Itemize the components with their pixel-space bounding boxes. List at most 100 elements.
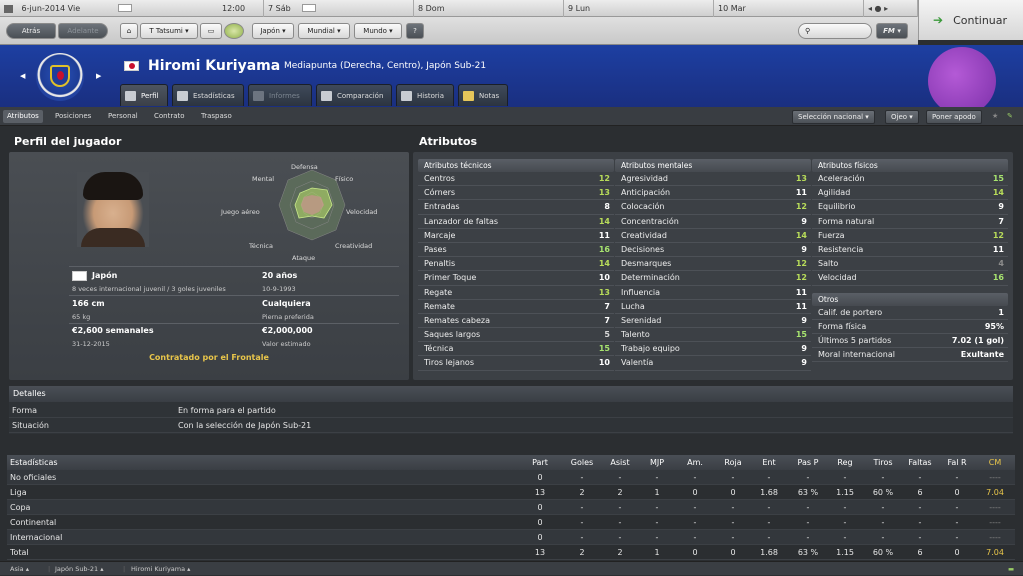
column-header[interactable]: Am. [675,455,715,470]
attribute-row[interactable]: Lucha 11 [615,300,811,314]
table-row[interactable]: Total 13 2 2 1 0 0 1.68 63 % 1.15 60 % 6 0 7.04 [7,545,1015,560]
column-header[interactable]: Fal R [937,455,977,470]
column-header[interactable]: Part [520,455,560,470]
column-header[interactable]: Ent [749,455,789,470]
national-selection-button[interactable]: Selección nacional ▾ [792,110,875,124]
attribute-row[interactable]: Remates cabeza 7 [418,314,614,329]
attribute-row[interactable]: Agresividad 13 [615,172,811,187]
attribute-row[interactable]: Desmarques 12 [615,257,811,272]
attribute-row[interactable]: Entradas 8 [418,200,614,215]
column-header[interactable]: Goles [562,455,602,470]
world-menu[interactable]: Mundo ▾ [354,23,402,39]
attribute-row[interactable]: Velocidad 16 [812,271,1008,286]
tab-comparison[interactable]: Comparación [316,84,392,106]
column-header[interactable]: Pas P [788,455,828,470]
attribute-row[interactable]: Primer Toque 10 [418,271,614,286]
home-icon[interactable]: ⌂ [120,23,138,39]
attribute-row[interactable]: Talento 15 [615,328,811,343]
attribute-row[interactable]: Saques largos 5 [418,328,614,343]
fm-menu-button[interactable]: FM ▾ [876,23,908,39]
column-header[interactable]: CM [975,455,1015,470]
attribute-row[interactable]: Creatividad 14 [615,229,811,243]
attribute-row[interactable]: Regate 13 [418,286,614,300]
column-header[interactable]: Roja [713,455,753,470]
attribute-row[interactable]: Remate 7 [418,300,614,314]
attribute-row[interactable]: Últimos 5 partidos 7.02 (1 gol) [812,334,1008,349]
attribute-row[interactable]: Moral internacional Exultante [812,348,1008,363]
scout-button[interactable]: Ojeo ▾ [885,110,919,124]
attribute-row[interactable]: Trabajo equipo 9 [615,342,811,357]
attribute-row[interactable]: Influencia 11 [615,286,811,300]
forward-button[interactable]: Adelante [58,23,108,39]
subtab-personal[interactable]: Personal [104,110,142,123]
attribute-row[interactable]: Determinación 12 [615,271,811,286]
table-row[interactable]: Continental 0- - - - - - - - - - - ---- [7,515,1015,530]
column-header[interactable]: Tiros [863,455,903,470]
help-button[interactable]: ? [406,23,424,39]
attribute-row[interactable]: Técnica 15 [418,342,614,357]
expand-icon[interactable]: ▬ [1008,562,1014,576]
tab-notes[interactable]: Notas [458,84,508,106]
tab-history[interactable]: Historia [396,84,454,106]
subtab-positions[interactable]: Posiciones [51,110,95,123]
attribute-row[interactable]: Pases 16 [418,243,614,258]
subtab-contract[interactable]: Contrato [150,110,189,123]
next-player-icon[interactable]: ▶ [96,72,101,80]
day-cell[interactable]: 9 Lun [564,0,714,17]
attribute-row[interactable]: Fuerza 12 [812,229,1008,243]
table-row[interactable]: Copa 0- - - - - - - - - - - ---- [7,500,1015,515]
continue-button[interactable]: ➔ Continuar [918,0,1023,40]
table-row[interactable]: Liga 13 2 2 1 0 0 1.68 63 % 1.15 60 % 6 0 7.04 [7,485,1015,500]
edit-icon[interactable]: ✎ [1003,110,1017,123]
column-header[interactable]: MJP [637,455,677,470]
attribute-row[interactable]: Penaltis 14 [418,257,614,272]
day-cell[interactable]: 10 Mar [714,0,864,17]
star-icon[interactable]: ★ [988,110,1002,123]
attribute-row[interactable]: Tiros lejanos 10 [418,356,614,371]
table-row[interactable]: Internacional 0- - - - - - - - - - - ---- [7,530,1015,545]
column-header[interactable]: Asist [600,455,640,470]
attribute-row[interactable]: Forma física 95% [812,320,1008,334]
attribute-row[interactable]: Aceleración 15 [812,172,1008,187]
breadcrumb-item[interactable]: Hiromi Kuriyama ▴ [131,562,190,576]
current-day-cell[interactable]: 6-jun-2014 Vie 12:00 [0,0,264,17]
table-row[interactable]: No oficiales 0- - - - - - - - - - - ---- [7,470,1015,485]
attribute-row[interactable]: Lanzador de faltas 14 [418,215,614,229]
tab-profile[interactable]: Perfil [120,84,168,106]
search-input[interactable]: ⚲ [798,23,872,39]
attribute-row[interactable]: Marcaje 11 [418,229,614,243]
back-button[interactable]: Atrás [6,23,56,39]
attribute-row[interactable]: Centros 12 [418,172,614,187]
attribute-row[interactable]: Calif. de portero 1 [812,306,1008,320]
attribute-row[interactable]: Valentía 9 [615,356,811,371]
column-header[interactable]: Reg [825,455,865,470]
subtab-transfer[interactable]: Traspaso [197,110,236,123]
attribute-row[interactable]: Colocación 12 [615,200,811,215]
breadcrumb-item[interactable]: Asia ▴ [10,562,29,576]
attribute-row[interactable]: Equilibrio 9 [812,200,1008,215]
attribute-row[interactable]: Córners 13 [418,186,614,201]
attribute-row[interactable]: Resistencia 11 [812,243,1008,258]
day-cell[interactable]: 8 Dom [414,0,564,17]
calendar-scroll-controls[interactable]: ◂ ● ▸ [864,0,918,17]
attribute-row[interactable]: Forma natural 7 [812,215,1008,229]
attribute-row[interactable]: Anticipación 11 [615,186,811,201]
tab-reports[interactable]: Informes [248,84,312,106]
attribute-row[interactable]: Concentración 9 [615,215,811,229]
nation-menu[interactable]: Japón ▾ [252,23,294,39]
tab-stats[interactable]: Estadísticas [172,84,244,106]
inbox-icon[interactable]: ▭ [200,23,222,39]
previous-player-icon[interactable]: ◀ [20,72,25,80]
manager-menu[interactable]: T Tatsumi ▾ [140,23,198,39]
worldcup-menu[interactable]: Mundial ▾ [298,23,350,39]
breadcrumb-item[interactable]: Japón Sub-21 ▴ [55,562,104,576]
nickname-button[interactable]: Poner apodo [926,110,982,124]
notification-icon[interactable] [224,23,244,39]
subtab-attributes[interactable]: Atributos [3,110,43,123]
attribute-row[interactable]: Decisiones 9 [615,243,811,258]
attribute-row[interactable]: Salto 4 [812,257,1008,272]
column-header[interactable]: Faltas [900,455,940,470]
attribute-row[interactable]: Agilidad 14 [812,186,1008,201]
attribute-row[interactable]: Serenidad 9 [615,314,811,329]
day-cell[interactable]: 7 Sáb [264,0,414,17]
